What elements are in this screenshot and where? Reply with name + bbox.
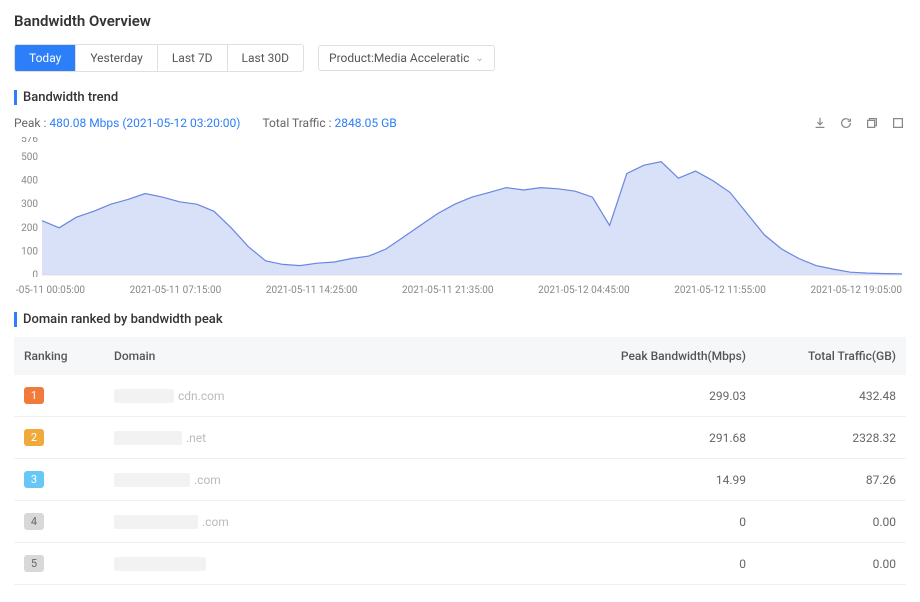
total-traffic-cell: 87.26 xyxy=(756,459,906,501)
domain-redacted xyxy=(114,431,182,445)
domain-suffix: .com xyxy=(202,515,229,529)
section-domain-rank-title: Domain ranked by bandwidth peak xyxy=(14,312,906,327)
col-domain[interactable]: Domain xyxy=(104,337,586,375)
svg-text:0: 0 xyxy=(32,270,38,277)
domain-redacted xyxy=(114,557,206,571)
chart-x-axis: -05-11 00:05:00 2021-05-11 07:15:00 2021-0… xyxy=(14,285,904,296)
tab-last7d[interactable]: Last 7D xyxy=(158,45,228,71)
table-row[interactable]: 2 .net 291.682328.32 xyxy=(14,417,906,459)
total-traffic-cell: 2328.32 xyxy=(756,417,906,459)
x-tick: 2021-05-12 11:55:00 xyxy=(674,285,766,296)
svg-text:576: 576 xyxy=(21,137,38,145)
svg-text:100: 100 xyxy=(21,246,38,257)
stats-row: Peak : 480.08 Mbps (2021-05-12 03:20:00)… xyxy=(14,115,906,131)
tab-today[interactable]: Today xyxy=(15,45,76,71)
domain-redacted xyxy=(114,473,190,487)
svg-text:500: 500 xyxy=(21,152,38,163)
col-ranking[interactable]: Ranking xyxy=(14,337,104,375)
domain-redacted xyxy=(114,515,198,529)
peak-bandwidth-cell: 0 xyxy=(586,543,756,585)
bandwidth-chart[interactable]: 576 500 400 300 200 100 0 -05-11 00:05:00 2021-… xyxy=(14,137,904,296)
rank-badge: 1 xyxy=(24,387,44,404)
total-traffic-label: Total Traffic : xyxy=(262,116,331,130)
peak-bandwidth-cell: 291.68 xyxy=(586,417,756,459)
controls-row: Today Yesterday Last 7D Last 30D Product… xyxy=(14,44,906,72)
peak-bandwidth-cell: 14.99 xyxy=(586,459,756,501)
domain-rank-table: Ranking Domain Peak Bandwidth(Mbps) Tota… xyxy=(14,337,906,585)
domain-suffix: .net xyxy=(186,431,206,445)
restore-icon[interactable] xyxy=(864,115,880,131)
domain-suffix: cdn.com xyxy=(178,389,225,403)
page-title: Bandwidth Overview xyxy=(14,12,906,30)
product-select[interactable]: Product:Media Acceleratic ⌄ xyxy=(318,45,495,71)
chart-toolbar xyxy=(812,115,906,131)
total-traffic-cell: 0.00 xyxy=(756,501,906,543)
svg-text:400: 400 xyxy=(21,176,38,187)
total-traffic-cell: 432.48 xyxy=(756,375,906,417)
peak-label: Peak : xyxy=(14,116,46,130)
col-peak-bandwidth[interactable]: Peak Bandwidth(Mbps) xyxy=(586,337,756,375)
peak-bandwidth-cell: 299.03 xyxy=(586,375,756,417)
x-tick: 2021-05-12 19:05:00 xyxy=(810,285,902,296)
col-total-traffic[interactable]: Total Traffic(GB) xyxy=(756,337,906,375)
domain-redacted xyxy=(114,389,174,403)
total-traffic-cell: 0.00 xyxy=(756,543,906,585)
rank-badge: 2 xyxy=(24,429,44,446)
x-tick: 2021-05-11 07:15:00 xyxy=(130,285,222,296)
rank-badge: 4 xyxy=(24,513,44,530)
table-row[interactable]: 4 .com 00.00 xyxy=(14,501,906,543)
rank-badge: 3 xyxy=(24,471,44,488)
table-row[interactable]: 3 .com 14.9987.26 xyxy=(14,459,906,501)
table-row[interactable]: 1 cdn.com 299.03432.48 xyxy=(14,375,906,417)
peak-value: 480.08 Mbps (2021-05-12 03:20:00) xyxy=(49,116,240,130)
section-bandwidth-trend-title: Bandwidth trend xyxy=(14,90,906,105)
x-tick: 2021-05-12 04:45:00 xyxy=(538,285,630,296)
product-select-value: Media Acceleratic xyxy=(374,51,470,65)
rank-badge: 5 xyxy=(24,555,44,572)
x-tick: 2021-05-11 21:35:00 xyxy=(402,285,494,296)
chevron-down-icon: ⌄ xyxy=(475,53,483,64)
refresh-icon[interactable] xyxy=(838,115,854,131)
table-row[interactable]: 500.00 xyxy=(14,543,906,585)
tab-last30d[interactable]: Last 30D xyxy=(228,45,303,71)
download-icon[interactable] xyxy=(812,115,828,131)
x-tick: 2021-05-11 14:25:00 xyxy=(266,285,358,296)
total-traffic-value: 2848.05 GB xyxy=(334,116,396,130)
product-select-label: Product: xyxy=(329,51,374,65)
peak-bandwidth-cell: 0 xyxy=(586,501,756,543)
x-tick: -05-11 00:05:00 xyxy=(16,285,85,296)
expand-icon[interactable] xyxy=(890,115,906,131)
svg-text:300: 300 xyxy=(21,199,38,210)
time-range-tabs: Today Yesterday Last 7D Last 30D xyxy=(14,44,304,72)
domain-suffix: .com xyxy=(194,473,221,487)
svg-text:200: 200 xyxy=(21,223,38,234)
tab-yesterday[interactable]: Yesterday xyxy=(76,45,158,71)
